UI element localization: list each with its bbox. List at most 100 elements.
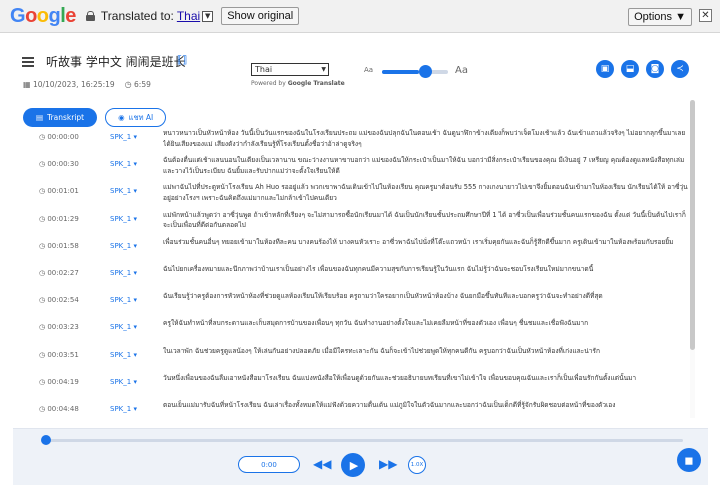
document-icon: ▤ bbox=[36, 113, 44, 122]
edit-title-icon[interactable]: ⟦⟧ bbox=[177, 55, 187, 66]
speaker-dropdown[interactable]: SPK_1 ▾ bbox=[87, 400, 139, 413]
speaker-dropdown[interactable]: SPK_1 ▾ bbox=[87, 237, 139, 250]
font-size-large-label: Aa bbox=[455, 65, 468, 76]
transcript-text: ในเวลาพัก ฉันช่วยครูดูแลน้องๆ ให้เล่นกัน… bbox=[163, 346, 600, 355]
timestamp[interactable]: ◷ 00:02:27 bbox=[13, 264, 87, 277]
rewind-icon[interactable]: ◀◀ bbox=[313, 457, 331, 471]
timestamp[interactable]: ◷ 00:01:58 bbox=[13, 237, 87, 250]
google-logo-letter: o bbox=[25, 4, 37, 27]
transcript-text: ครูให้ฉันทำหน้าที่ลบกระดานและเก็บสมุดการ… bbox=[163, 319, 589, 328]
tab-ai-chat[interactable]: ◉ แชท AI bbox=[105, 108, 167, 127]
timestamp[interactable]: ◷ 00:02:54 bbox=[13, 291, 87, 304]
chevron-down-icon: ▾ bbox=[131, 268, 137, 277]
speaker-dropdown[interactable]: SPK_1 ▾ bbox=[87, 128, 139, 141]
floppy-icon[interactable]: ◙ bbox=[646, 60, 664, 78]
progress-bar[interactable] bbox=[43, 439, 683, 442]
recording-duration: 6:59 bbox=[134, 80, 151, 89]
timestamp[interactable]: ◷ 00:00:00 bbox=[13, 128, 87, 141]
timestamp[interactable]: ◷ 00:01:29 bbox=[13, 210, 87, 223]
transcript-row[interactable]: ◷ 00:00:30 SPK_1 ▾ ฉันต้องตื่นแต่เช้าแลนนอ… bbox=[13, 153, 689, 180]
transcript-row[interactable]: ◷ 00:04:48 SPK_1 ▾ ตอนเย็นแม่มารับฉันที่หน… bbox=[13, 398, 689, 425]
chevron-down-icon: ▾ bbox=[131, 404, 137, 413]
speaker-dropdown[interactable]: SPK_1 ▾ bbox=[87, 291, 139, 304]
transcript-text: ฉันเรียนรู้ว่าครูต้องการหัวหน้าห้องที่ช่… bbox=[163, 292, 603, 301]
timestamp[interactable]: ◷ 00:00:30 bbox=[13, 155, 87, 168]
close-translate-bar-button[interactable]: ✕ bbox=[699, 9, 712, 22]
chevron-down-icon: ▾ bbox=[131, 377, 137, 386]
google-logo-letter: e bbox=[65, 4, 76, 27]
transcript-row[interactable]: ◷ 00:01:29 SPK_1 ▾ แม่พักหน้าแล้วพูดว่า อา… bbox=[13, 208, 689, 235]
speaker-dropdown[interactable]: SPK_1 ▾ bbox=[87, 182, 139, 195]
save-icon[interactable]: ⬓ bbox=[621, 60, 639, 78]
transcript-text: ตอนเย็นแม่มารับฉันที่หน้าโรงเรียน ฉันเล่… bbox=[163, 400, 616, 409]
chevron-down-icon: ▾ bbox=[131, 296, 137, 305]
speaker-dropdown[interactable]: SPK_1 ▾ bbox=[87, 155, 139, 168]
font-size-small-label: Aa bbox=[364, 66, 374, 74]
chevron-down-icon: ▾ bbox=[131, 350, 137, 359]
timestamp[interactable]: ◷ 00:04:19 bbox=[13, 373, 87, 386]
scrollbar-thumb[interactable] bbox=[690, 100, 695, 350]
chevron-down-icon: ▾ bbox=[131, 241, 137, 250]
options-button[interactable]: Options ▼ bbox=[628, 8, 692, 26]
speaker-dropdown[interactable]: SPK_1 ▾ bbox=[87, 346, 139, 359]
current-time: 0:00 bbox=[238, 456, 300, 473]
font-size-slider-thumb[interactable] bbox=[419, 65, 432, 78]
speaker-dropdown[interactable]: SPK_1 ▾ bbox=[87, 373, 139, 386]
transcript-row[interactable]: ◷ 00:01:58 SPK_1 ▾ เพื่อนร่วมชั้นคนอื่นๆ ท… bbox=[13, 235, 689, 262]
transcript-row[interactable]: ◷ 00:02:27 SPK_1 ▾ ฉันไปยกเครื่องหมายและนึ… bbox=[13, 262, 689, 289]
transcript-text: แม่พักหน้าแล้วพูดว่า อาซี่วุ่นพูด ถ้าเข้… bbox=[163, 210, 686, 230]
clock-icon: ◷ bbox=[124, 80, 132, 89]
tab-transcript[interactable]: ▤ Transkript bbox=[23, 108, 98, 127]
transcript-text: ฉันต้องตื่นแต่เช้าแลนนอนในเตียงเป็นเวลาน… bbox=[163, 156, 685, 175]
speaker-dropdown[interactable]: SPK_1 ▾ bbox=[87, 264, 139, 277]
translate-bar: Google Translated to: Thai ▼ Show origin… bbox=[0, 0, 720, 33]
tab-row: ▤ Transkript ◉ แชท AI bbox=[23, 108, 167, 127]
transcript-text: เพื่อนร่วมชั้นคนอื่นๆ ทยอยเข้ามาในห้องที… bbox=[163, 237, 674, 246]
transcript-row[interactable]: ◷ 00:03:51 SPK_1 ▾ ในเวลาพัก ฉันช่วยครูดูแ… bbox=[13, 344, 689, 371]
audio-player: 0:00 ◀◀ ▶ ▶▶ 1.0X bbox=[13, 428, 708, 485]
transcript-row[interactable]: ◷ 00:02:54 SPK_1 ▾ ฉันเรียนรู้ว่าครูต้องกา… bbox=[13, 289, 689, 316]
playback-speed-button[interactable]: 1.0X bbox=[408, 456, 426, 474]
language-dropdown-icon[interactable]: ▼ bbox=[202, 10, 214, 22]
tab-transcript-label: Transkript bbox=[47, 113, 85, 122]
chevron-down-icon: ▾ bbox=[131, 187, 137, 196]
powered-by: Powered by Google Translate bbox=[251, 80, 345, 87]
progress-thumb[interactable] bbox=[41, 435, 51, 445]
app-header: 听故事 学中文 闹闹是班长 ⟦⟧ ▦ 10/10/2023, 16:25:19 … bbox=[0, 33, 720, 98]
play-button[interactable]: ▶ bbox=[341, 453, 365, 477]
transcript-row[interactable]: ◷ 00:01:01 SPK_1 ▾ แม่พาฉันไปที่ประตูหน้าโ… bbox=[13, 180, 689, 207]
page-title: 听故事 学中文 闹闹是班长 bbox=[46, 55, 186, 69]
transcript-text: แม่พาฉันไปที่ประตูหน้าโรงเรียน Ah Huo รอ… bbox=[163, 183, 688, 202]
chevron-down-icon: ▾ bbox=[131, 214, 137, 223]
share-icon[interactable]: ≺ bbox=[671, 60, 689, 78]
menu-icon[interactable] bbox=[22, 57, 34, 67]
recording-meta: ▦ 10/10/2023, 16:25:19 ◷ 6:59 bbox=[23, 80, 151, 89]
google-translate-brand: Google Translate bbox=[287, 80, 345, 87]
google-logo-letter: G bbox=[10, 4, 26, 27]
transcript-row[interactable]: ◷ 00:00:00 SPK_1 ▾ หนาวหนาวเป็นหัวหน้าห้อง… bbox=[13, 126, 689, 153]
show-original-button[interactable]: Show original bbox=[221, 7, 300, 25]
google-logo-letter: o bbox=[36, 4, 49, 27]
timestamp[interactable]: ◷ 00:04:48 bbox=[13, 400, 87, 413]
timestamp[interactable]: ◷ 00:03:23 bbox=[13, 318, 87, 331]
options-arrow-icon: ▼ bbox=[675, 11, 686, 23]
chat-support-button[interactable]: ◼ bbox=[677, 448, 701, 472]
recording-date: 10/10/2023, 16:25:19 bbox=[32, 80, 115, 89]
tab-ai-chat-label: แชท AI bbox=[128, 112, 154, 122]
transcript-row[interactable]: ◷ 00:03:23 SPK_1 ▾ ครูให้ฉันทำหน้าที่ลบกระ… bbox=[13, 316, 689, 343]
font-size-slider[interactable] bbox=[382, 70, 448, 74]
translate-language-select[interactable]: Thai ▼ bbox=[251, 63, 329, 76]
speaker-dropdown[interactable]: SPK_1 ▾ bbox=[87, 210, 139, 223]
lock-icon bbox=[85, 11, 95, 21]
transcript-text: หนาวหนาวเป็นหัวหน้าห้อง วันนี้เป็นวันแรก… bbox=[163, 129, 686, 148]
timestamp[interactable]: ◷ 00:03:51 bbox=[13, 346, 87, 359]
fast-forward-icon[interactable]: ▶▶ bbox=[379, 457, 397, 471]
target-language-link[interactable]: Thai bbox=[177, 9, 200, 23]
calendar-icon: ▦ bbox=[23, 80, 31, 89]
transcript-panel: ▤ Transkript ◉ แชท AI ◷ 00:00:00 SPK_1 ▾ ห… bbox=[13, 98, 708, 428]
speaker-dropdown[interactable]: SPK_1 ▾ bbox=[87, 318, 139, 331]
google-logo: Google bbox=[10, 5, 76, 28]
transcript-row[interactable]: ◷ 00:04:19 SPK_1 ▾ วันหนึ่งเพื่อนของฉันลืม… bbox=[13, 371, 689, 398]
image-icon[interactable]: ▣ bbox=[596, 60, 614, 78]
timestamp[interactable]: ◷ 00:01:01 bbox=[13, 182, 87, 195]
